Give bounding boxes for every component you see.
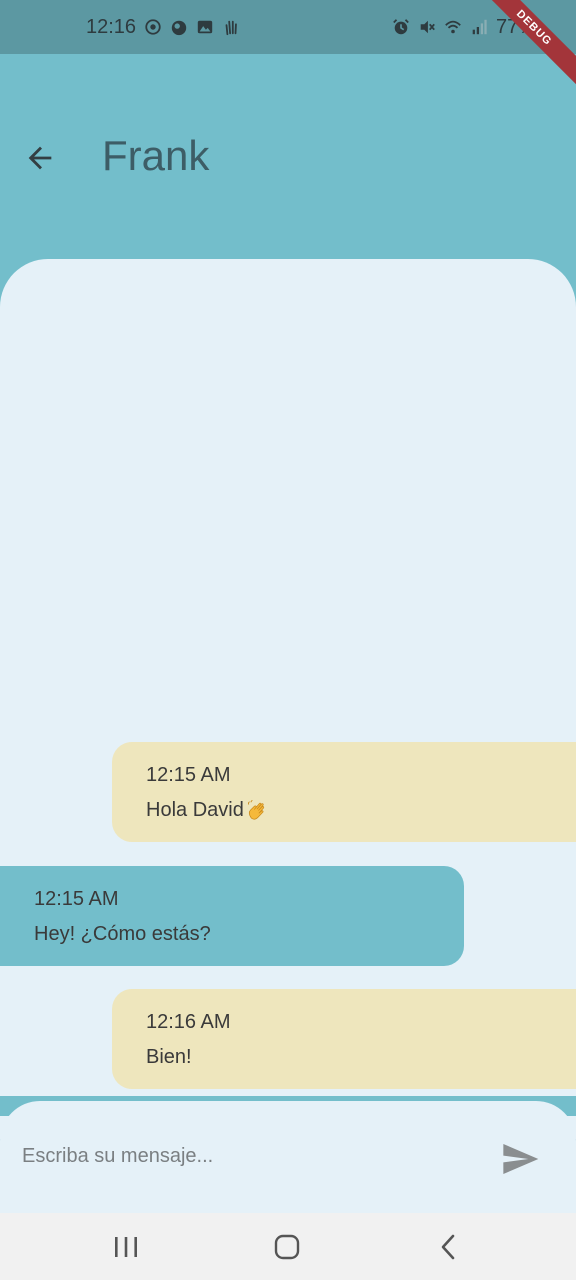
recents-icon (115, 1237, 137, 1257)
image-icon (197, 20, 213, 34)
message-input[interactable] (22, 1131, 462, 1181)
firefox-icon (171, 20, 187, 36)
message-time: 12:15 AM (146, 764, 231, 786)
back-nav-button[interactable] (426, 1225, 470, 1269)
message-bubble-outgoing: 12:16 AM Bien! (112, 989, 576, 1089)
message-time: 12:16 AM (146, 1011, 231, 1033)
arrow-back-icon (28, 146, 52, 170)
chat-message-list[interactable]: 12:15 AM Hola David 12:15 AM Hey! ¿Cómo … (0, 259, 576, 1139)
status-left-group: 12:16 (86, 0, 240, 54)
send-button[interactable] (496, 1135, 544, 1183)
back-button[interactable] (18, 136, 62, 180)
app-bar: Frank (0, 54, 576, 259)
mute-icon (420, 20, 435, 34)
status-time: 12:16 (86, 15, 137, 38)
wifi-icon (445, 20, 461, 34)
message-text: Hola David (146, 799, 244, 821)
message-text: Bien! (146, 1046, 192, 1068)
back-nav-icon (441, 1234, 455, 1260)
message-time: 12:15 AM (34, 888, 119, 910)
message-bubble-outgoing: 12:15 AM Hola David (112, 742, 576, 842)
message-bubble-incoming: 12:15 AM Hey! ¿Cómo estás? (0, 866, 464, 966)
waving-hand-icon (247, 799, 264, 820)
system-nav-bar (0, 1213, 576, 1280)
status-bar: 12:16 77% (0, 0, 576, 54)
chat-title: Frank (102, 132, 210, 179)
hand-icon (225, 20, 237, 36)
signal-icon (472, 19, 487, 35)
message-composer (0, 1101, 576, 1213)
message-text: Hey! ¿Cómo estás? (34, 923, 211, 945)
home-icon (274, 1234, 300, 1260)
send-icon (503, 1144, 539, 1174)
message-text-row: Hola David (146, 797, 558, 823)
sync-icon (145, 19, 161, 35)
home-button[interactable] (265, 1225, 309, 1269)
alarm-icon (393, 19, 409, 35)
recents-button[interactable] (104, 1225, 148, 1269)
